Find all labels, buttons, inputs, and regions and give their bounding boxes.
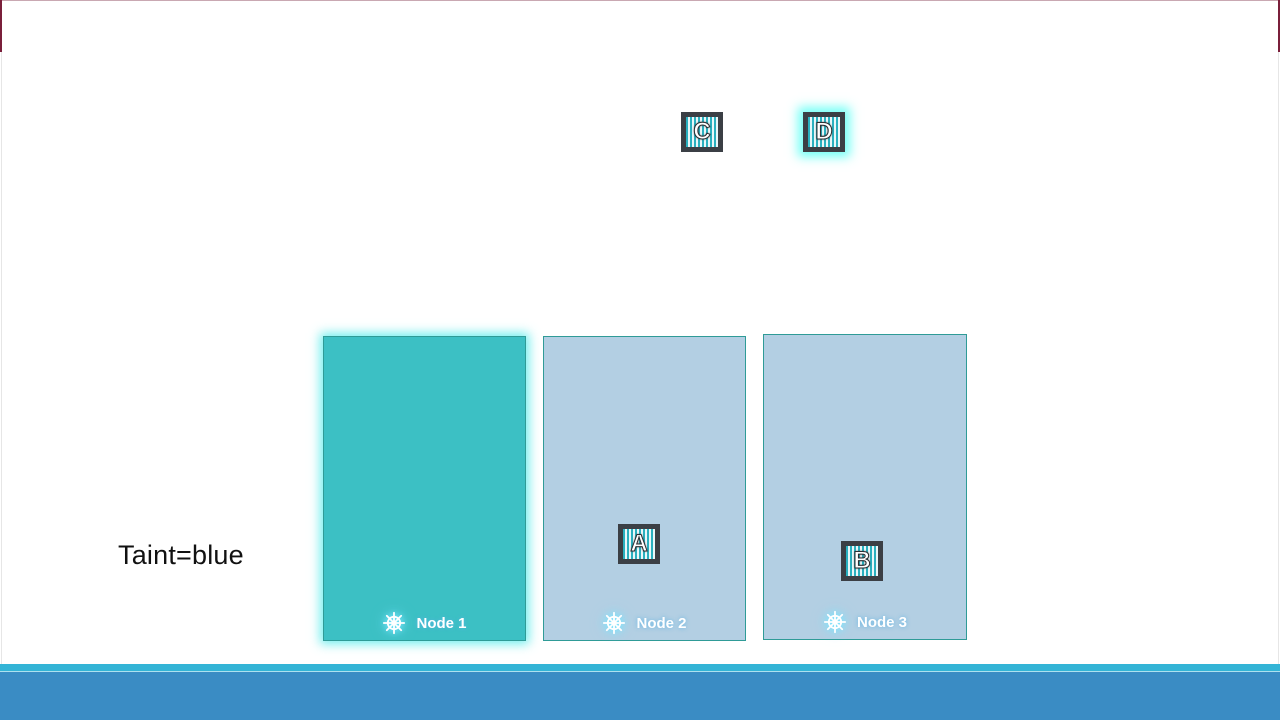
- pod-a: A: [618, 524, 660, 564]
- pod-b-body: B: [846, 546, 878, 576]
- node-1-footer: Node 1: [324, 610, 525, 636]
- taint-label: Taint=blue: [118, 540, 244, 570]
- pod-b: B: [841, 541, 883, 581]
- node-3: B Node 3: [763, 334, 967, 640]
- pod-d-body: D: [808, 117, 840, 147]
- node-2-footer: Node 2: [544, 610, 745, 636]
- node-3-footer: Node 3: [764, 609, 966, 635]
- node-3-name: Node 3: [856, 613, 907, 631]
- kubernetes-helm-icon: [603, 611, 626, 635]
- kubernetes-helm-icon: [823, 610, 847, 634]
- left-frame-line: [1, 52, 2, 664]
- pod-d: D: [803, 112, 845, 152]
- node-1: Node 1: [323, 336, 526, 641]
- pod-c: C: [681, 112, 723, 152]
- kubernetes-helm-icon: [383, 611, 406, 635]
- node-2: A Node 2: [543, 336, 746, 641]
- left-edge-accent: [0, 0, 2, 52]
- pod-a-body: A: [623, 529, 655, 559]
- top-border: [0, 0, 1280, 1]
- footer-bar: [0, 672, 1280, 720]
- pod-c-body: C: [686, 117, 718, 147]
- node-1-name: Node 1: [416, 614, 467, 632]
- right-frame-line: [1278, 52, 1279, 664]
- slide: C D Taint=blue Node 1 A Node 2 B Node 3: [0, 0, 1280, 720]
- pod-b-label: B: [853, 547, 871, 574]
- pod-a-label: A: [630, 530, 648, 557]
- pod-c-label: C: [693, 118, 711, 145]
- pod-d-label: D: [815, 118, 833, 145]
- node-2-name: Node 2: [636, 614, 687, 632]
